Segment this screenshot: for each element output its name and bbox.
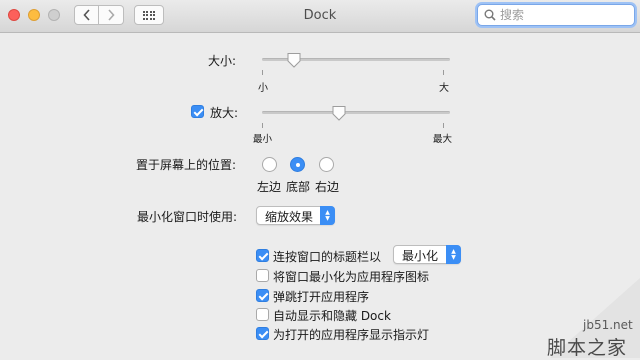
minimize-into-app-icon-checkbox[interactable]: [256, 269, 269, 282]
auto-hide-dock-label: 自动显示和隐藏 Dock: [273, 309, 391, 323]
double-click-action-value: 最小化: [402, 249, 439, 263]
magnification-tick-min: [262, 123, 263, 128]
watermark-brand: 脚本之家: [547, 337, 628, 359]
position-left-label: 左边: [257, 180, 282, 194]
position-label: 置于屏幕上的位置:: [136, 158, 237, 172]
double-click-title-bar-checkbox[interactable]: [256, 249, 269, 262]
title-bar: Dock: [0, 0, 640, 33]
search-input[interactable]: [500, 7, 628, 23]
popup-arrows-icon: ▲ ▼: [446, 245, 461, 264]
magnification-slider-thumb[interactable]: [332, 105, 346, 121]
position-left-radio[interactable]: [262, 157, 277, 172]
show-indicators-label: 为打开的应用程序显示指示灯: [273, 328, 430, 342]
minimize-effect-label: 最小化窗口时使用:: [137, 210, 238, 224]
position-right-radio[interactable]: [319, 157, 334, 172]
magnification-min-label: 最小: [253, 134, 273, 145]
auto-hide-dock-checkbox[interactable]: [256, 308, 269, 321]
size-max-label: 大: [439, 83, 449, 94]
popup-arrows-icon: ▲ ▼: [320, 206, 335, 225]
magnification-tick-max: [443, 123, 444, 128]
minimize-effect-popup[interactable]: 缩放效果 ▲ ▼: [256, 206, 335, 225]
double-click-title-bar-label: 连按窗口的标题栏以: [273, 250, 382, 264]
magnification-slider[interactable]: [262, 111, 450, 114]
minimize-into-app-icon-label: 将窗口最小化为应用程序图标: [273, 270, 430, 284]
animate-opening-apps-label: 弹跳打开应用程序: [273, 290, 370, 304]
search-field[interactable]: [477, 4, 635, 26]
position-right-label: 右边: [315, 180, 340, 194]
magnification-checkbox[interactable]: [191, 105, 204, 118]
position-bottom-label: 底部: [286, 180, 311, 194]
magnification-label: 放大:: [210, 106, 239, 120]
double-click-action-popup[interactable]: 最小化 ▲ ▼: [393, 245, 461, 264]
size-label: 大小:: [208, 54, 237, 68]
watermark-url: jb51.net: [583, 318, 633, 332]
size-min-label: 小: [258, 83, 268, 94]
minimize-effect-value: 缩放效果: [265, 210, 314, 224]
size-tick-max: [443, 70, 444, 75]
position-bottom-radio[interactable]: [290, 157, 305, 172]
size-tick-min: [262, 70, 263, 75]
search-icon: [484, 9, 496, 21]
animate-opening-apps-checkbox[interactable]: [256, 289, 269, 302]
magnification-max-label: 最大: [433, 134, 453, 145]
show-indicators-checkbox[interactable]: [256, 327, 269, 340]
size-slider-thumb[interactable]: [287, 52, 301, 68]
